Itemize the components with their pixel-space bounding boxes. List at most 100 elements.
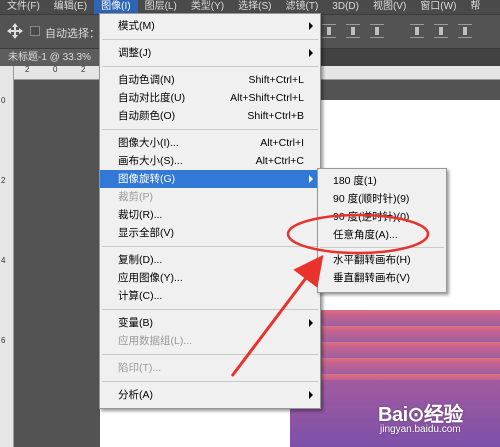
menu-item[interactable]: 画布大小(S)... Alt+Ctrl+C [100,152,320,170]
menu-item-label: 图像大小(I)... [118,137,179,149]
menu-item[interactable]: 自动颜色(O) Shift+Ctrl+B [100,107,320,125]
menu-item-label: 图像旋转(G) [118,173,176,185]
menu-item[interactable]: 模式(M) [100,17,320,35]
align-top-icon[interactable] [322,24,336,38]
ruler-tick: 2 [81,65,86,74]
menu-item[interactable]: 自动对比度(U) Alt+Shift+Ctrl+L [100,89,320,107]
menu-item[interactable]: 分析(A) [100,386,320,404]
menubar-item[interactable]: 帮 [463,0,487,14]
menubar-item[interactable]: 文件(F) [0,0,47,14]
distribute-top-icon[interactable] [410,24,424,38]
submenu-arrow-icon [309,391,313,399]
menu-item-label: 自动色调(N) [118,74,175,86]
menu-item-label: 应用数据组(L)... [118,335,193,347]
menu-item-label: 画布大小(S)... [118,155,183,167]
menu-item[interactable]: 自动色调(N) Shift+Ctrl+L [100,71,320,89]
submenu-arrow-icon [309,175,313,183]
menu-item-label: 调整(J) [118,47,152,59]
menu-separator [102,66,318,67]
menu-item: 陷印(T)... [100,359,320,377]
menu-item-shortcut: Alt+Shift+Ctrl+L [230,92,304,104]
menu-item-label: 自动对比度(U) [118,92,186,104]
menu-item-label: 变量(B) [118,317,153,329]
menu-item-label: 计算(C)... [118,290,163,302]
submenu-item-label: 水平翻转画布(H) [333,254,411,266]
menubar-item[interactable]: 选择(S) [231,0,278,14]
distribute-bottom-icon[interactable] [458,24,472,38]
submenu-item[interactable]: 垂直翻转画布(V) [318,269,446,287]
submenu-arrow-icon [309,319,313,327]
menu-item-label: 复制(D)... [118,254,163,266]
submenu-item-label: 任意角度(A)... [333,229,398,241]
menu-item[interactable]: 变量(B) [100,314,320,332]
menu-item-label: 裁剪(P) [118,191,153,203]
menu-item-shortcut: Shift+Ctrl+L [248,74,304,86]
submenu-item[interactable]: 水平翻转画布(H) [318,251,446,269]
watermark-logo: Bai⊙经验 [378,404,463,426]
move-tool-icon[interactable] [6,22,24,40]
submenu-item-label: 垂直翻转画布(V) [333,272,410,284]
submenu-item[interactable]: 任意角度(A)... [318,226,446,244]
submenu-item[interactable]: 90 度(逆时针)(0) [318,208,446,226]
align-buttons [322,24,472,38]
watermark-url: jingyan.baidu.com [380,424,461,435]
menu-separator [102,309,318,310]
ruler-tick: 2 [25,65,30,74]
ruler-tick: 4 [1,256,6,265]
menu-item[interactable]: 调整(J) [100,44,320,62]
menu-item-label: 裁切(R)... [118,209,163,221]
align-bottom-icon[interactable] [370,24,384,38]
submenu-item-label: 90 度(顺时针)(9) [333,193,410,205]
ruler-tick: 2 [1,176,6,185]
submenu-arrow-icon [309,49,313,57]
menu-separator [102,246,318,247]
menubar-item[interactable]: 图像(I) [94,0,138,14]
watermark: Bai⊙经验 jingyan.baidu.com [378,396,488,440]
menu-item[interactable]: 图像大小(I)... Alt+Ctrl+I [100,134,320,152]
distribute-middle-icon[interactable] [434,24,448,38]
menu-separator [102,129,318,130]
image-rotation-submenu: 180 度(1) 90 度(顺时针)(9) 90 度(逆时针)(0) 任意角度(A).… [317,168,447,293]
menu-item: 应用数据组(L)... [100,332,320,350]
menu-item-label: 自动颜色(O) [118,110,176,122]
vertical-ruler: 0 2 4 6 [0,66,14,447]
menubar-item[interactable]: 窗口(W) [413,0,463,14]
menubar-item[interactable]: 滤镜(T) [279,0,326,14]
menu-item[interactable]: 应用图像(Y)... [100,269,320,287]
submenu-item[interactable]: 180 度(1) [318,172,446,190]
menu-item-shortcut: Alt+Ctrl+C [255,155,304,167]
menubar-item[interactable]: 编辑(E) [47,0,94,14]
menu-item-label: 陷印(T)... [118,362,162,374]
menubar-item[interactable]: 3D(D) [325,0,366,14]
menu-item[interactable]: 计算(C)... [100,287,320,305]
submenu-item[interactable]: 90 度(顺时针)(9) [318,190,446,208]
submenu-item-label: 180 度(1) [333,175,377,187]
menubar-item[interactable]: 图层(L) [138,0,184,14]
menu-separator [102,381,318,382]
menubar-item[interactable]: 类型(Y) [184,0,231,14]
ruler-tick: 6 [1,336,6,345]
ruler-tick: 0 [1,96,6,105]
auto-select-label: 自动选择： [45,28,100,40]
ruler-tick: 0 [53,65,58,74]
menu-item[interactable]: 复制(D)... [100,251,320,269]
menu-item-shortcut: Shift+Ctrl+B [247,110,304,122]
submenu-item-label: 90 度(逆时针)(0) [333,211,410,223]
menubar-item[interactable]: 视图(V) [366,0,413,14]
menu-separator [320,247,444,248]
document-tab[interactable]: 未标题-1 @ 33.3% [0,49,100,66]
align-middle-icon[interactable] [346,24,360,38]
image-menu: 模式(M) 调整(J) 自动色调(N) Shift+Ctrl+L 自动对比度(U) Alt… [99,13,321,409]
menu-item-label: 应用图像(Y)... [118,272,183,284]
menu-item[interactable]: 图像旋转(G) [100,170,320,188]
menu-item-shortcut: Alt+Ctrl+I [260,137,304,149]
menu-item: 裁剪(P) [100,188,320,206]
menu-separator [102,39,318,40]
menu-item-label: 显示全部(V) [118,227,174,239]
menu-item[interactable]: 裁切(R)... [100,206,320,224]
menu-separator [102,354,318,355]
menu-item[interactable]: 显示全部(V) [100,224,320,242]
auto-select-checkbox[interactable] [30,26,40,36]
menu-item-label: 模式(M) [118,20,155,32]
menu-item-label: 分析(A) [118,389,153,401]
